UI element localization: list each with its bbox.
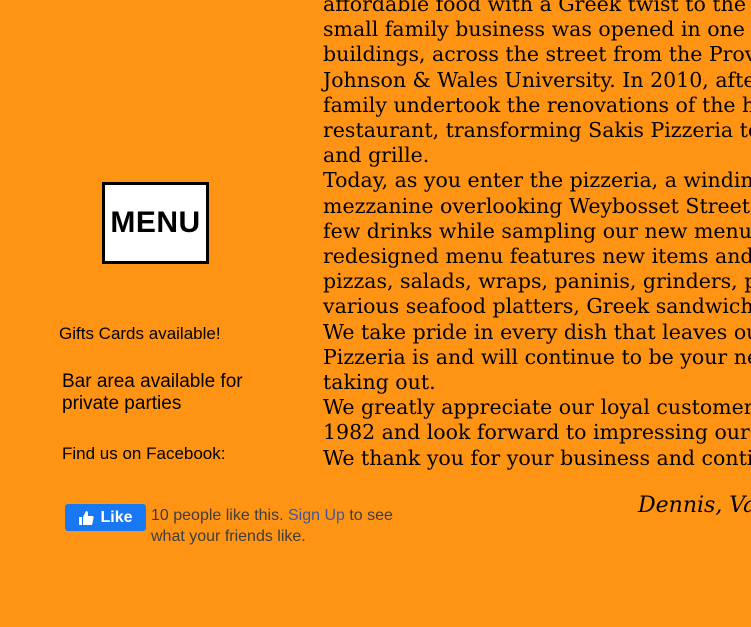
story-line: few drinks while sampling our new menu a — [323, 218, 751, 243]
story-line: We take pride in every dish that leaves … — [323, 319, 751, 344]
thumbs-up-icon — [79, 510, 95, 525]
signup-link[interactable]: Sign Up — [288, 507, 345, 524]
story-line: We thank you for your business and conti… — [323, 445, 751, 470]
facebook-like-button[interactable]: Like — [65, 504, 146, 531]
story-line: and grille. — [323, 143, 430, 168]
story-line: pizzas, salads, wraps, paninis, grinders… — [323, 269, 751, 294]
story-line: Today, as you enter the pizzeria, a wind… — [323, 168, 751, 193]
story-text: affordable food with a Greek twist to th… — [323, 0, 751, 471]
facebook-label: Find us on Facebook: — [62, 444, 226, 463]
like-count-text: 10 people like this. — [151, 507, 284, 524]
bar-area-text: Bar area available for private parties — [62, 371, 243, 414]
story-line: small family business was opened in one … — [323, 17, 751, 42]
like-label: Like — [100, 508, 133, 526]
story-line: affordable food with a Greek twist to th… — [323, 0, 751, 16]
story-line: We greatly appreciate our loyal customer… — [323, 395, 751, 420]
story-line: 1982 and look forward to impressing our … — [323, 420, 751, 445]
gift-cards-text: Gifts Cards available! — [59, 324, 221, 343]
story-line: Johnson & Wales University. In 2010, aft… — [323, 67, 751, 92]
menu-button[interactable]: MENU — [102, 182, 209, 264]
story-line: mezzanine overlooking Weybosset Street, … — [323, 193, 751, 218]
story-line: family undertook the renovations of the … — [323, 92, 751, 117]
story-line: buildings, across the street from the Pr… — [323, 42, 751, 67]
story-line: taking out. — [323, 370, 436, 395]
story-line: restaurant, transforming Sakis Pizzeria … — [323, 118, 751, 143]
story-line: various seafood platters, Greek sandwich… — [323, 294, 751, 319]
facebook-like-count: 10 people like this. Sign Up to see what… — [151, 505, 411, 547]
story-line: redesigned menu features new items and c — [323, 244, 751, 269]
signature: Dennis, Va — [638, 493, 751, 518]
story-line: Pizzeria is and will continue to be your… — [323, 344, 751, 369]
